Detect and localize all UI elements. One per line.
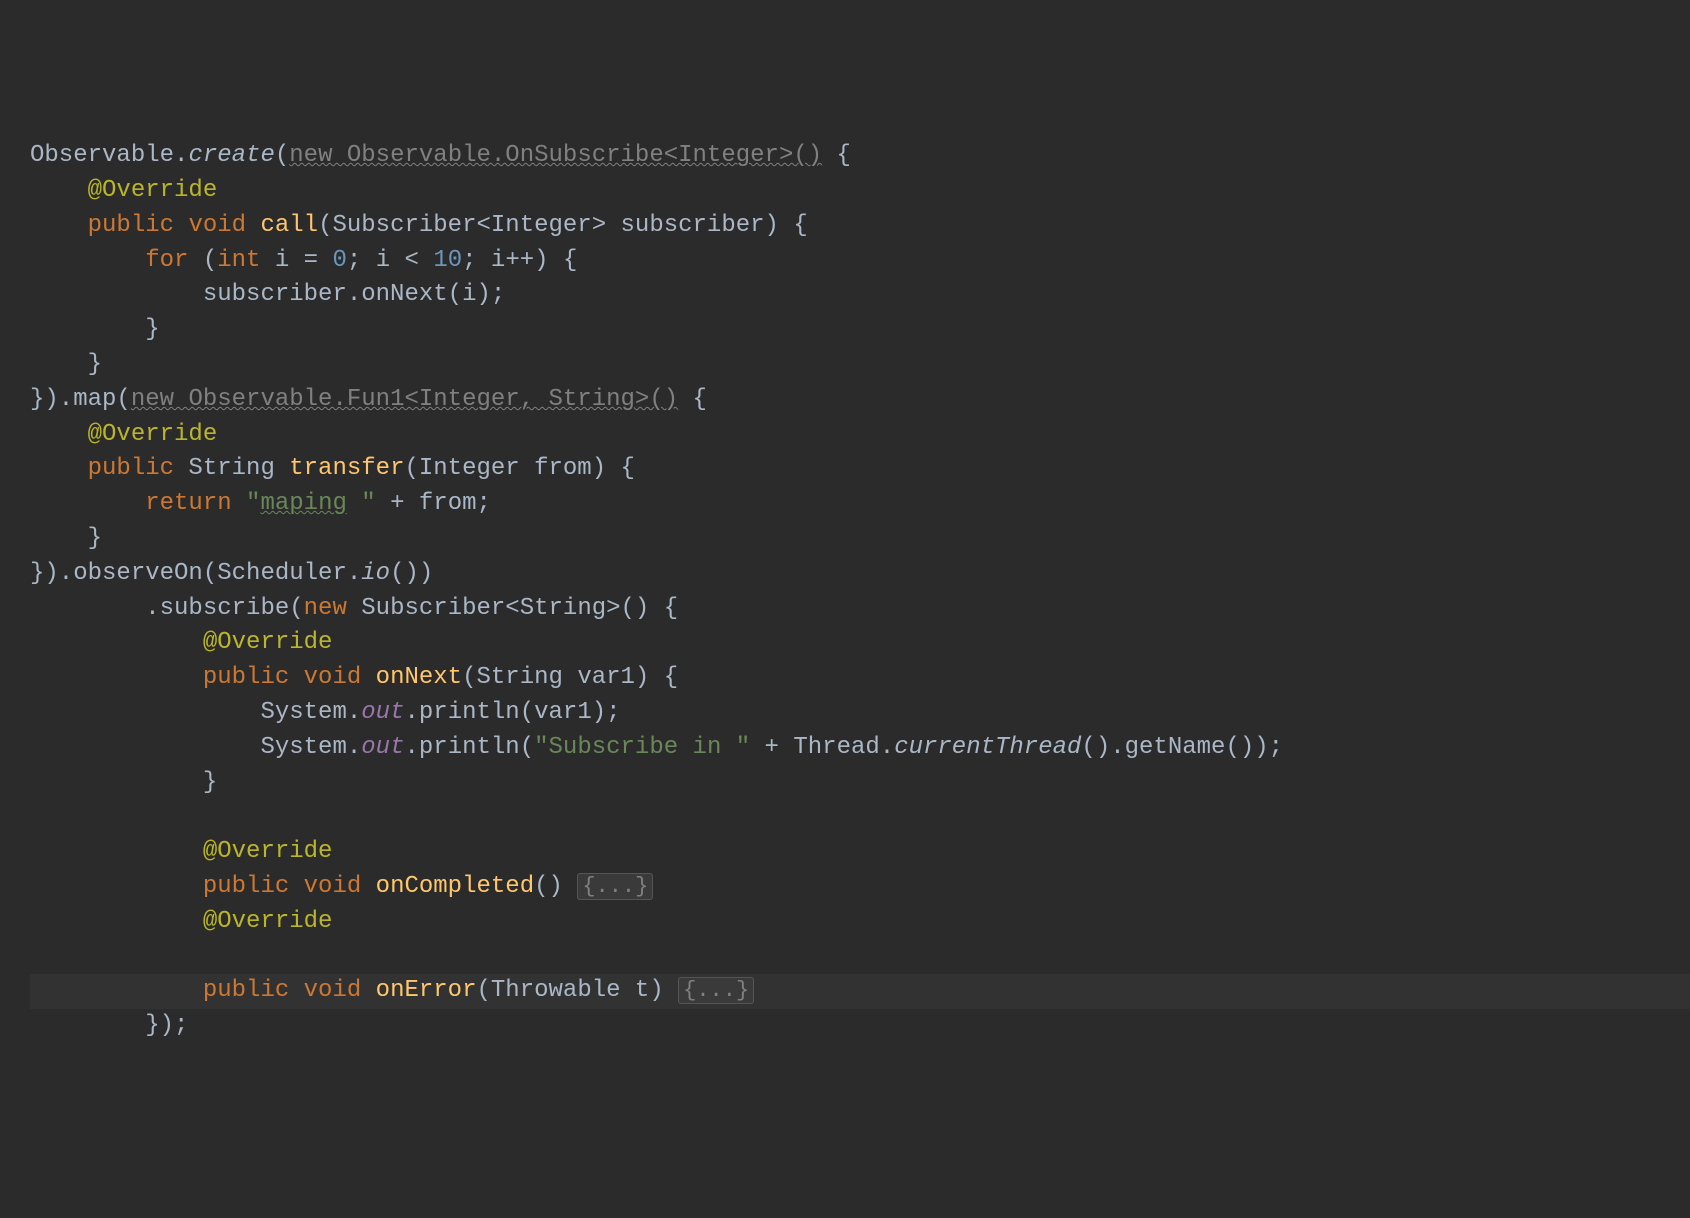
code-line: } [30,351,102,378]
code-line [30,803,44,830]
code-line: } [30,769,217,796]
code-line: } [30,525,102,552]
code-line [30,943,44,970]
code-line: }).observeOn(Scheduler.io()) [30,560,433,587]
code-line: @Override [30,177,217,204]
code-line: System.out.println("Subscribe in " + Thr… [30,734,1283,761]
code-line: System.out.println(var1); [30,699,621,726]
code-line: for (int i = 0; i < 10; i++) { [30,247,577,274]
code-editor[interactable]: Observable.create(new Observable.OnSubsc… [30,139,1690,1044]
code-line: } [30,316,160,343]
code-line: Observable.create(new Observable.OnSubsc… [30,142,851,169]
code-line: public void onCompleted() {...} [30,873,653,900]
code-fold-region[interactable]: {...} [678,977,754,1004]
code-line: @Override [30,421,217,448]
code-line-current: public void onError(Throwable t) {...} [30,974,1690,1009]
code-line: subscriber.onNext(i); [30,281,505,308]
code-line: @Override [30,838,332,865]
code-line: }); [30,1012,188,1039]
code-line: public void onNext(String var1) { [30,664,678,691]
code-fold-region[interactable]: {...} [577,873,653,900]
code-line: public void call(Subscriber<Integer> sub… [30,212,808,239]
code-line: @Override [30,908,332,935]
code-line: .subscribe(new Subscriber<String>() { [30,595,678,622]
code-line: public String transfer(Integer from) { [30,455,635,482]
code-line: return "maping " + from; [30,490,491,517]
code-line: }).map(new Observable.Fun1<Integer, Stri… [30,386,707,413]
code-line: @Override [30,629,332,656]
